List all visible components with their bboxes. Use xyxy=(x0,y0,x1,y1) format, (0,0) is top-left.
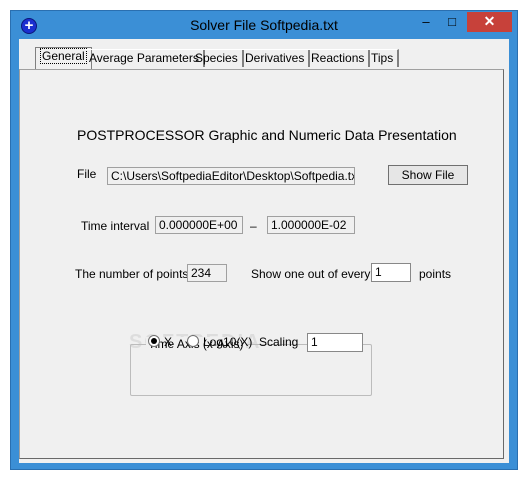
title-bar[interactable]: + Solver File Softpedia.txt – □ ✕ xyxy=(11,11,517,39)
show-file-button[interactable]: Show File xyxy=(388,165,468,185)
number-of-points-field: 234 xyxy=(187,264,227,282)
tab-species[interactable]: Species xyxy=(191,49,244,67)
show-one-out-of-every-input[interactable]: 1 xyxy=(371,263,411,282)
tab-tips[interactable]: Tips xyxy=(367,49,400,67)
time-end-field: 1.000000E-02 xyxy=(267,216,355,234)
app-window: + Solver File Softpedia.txt – □ ✕ Genera… xyxy=(10,10,518,470)
scaling-input[interactable]: 1 xyxy=(307,333,363,352)
minimize-button[interactable]: – xyxy=(413,12,439,32)
tab-general[interactable]: General xyxy=(35,47,92,69)
x-radio[interactable] xyxy=(148,335,160,347)
tab-average-parameters[interactable]: Average Parameters xyxy=(85,49,205,67)
log10-radio[interactable] xyxy=(187,335,199,347)
log10-radio-label[interactable]: Log10(X) xyxy=(203,335,252,349)
scaling-label: Scaling xyxy=(259,335,299,349)
file-path-field: C:\Users\SoftpediaEditor\Desktop\Softped… xyxy=(107,167,355,185)
time-start-field: 0.000000E+00 xyxy=(155,216,243,234)
number-of-points-label: The number of points xyxy=(75,267,189,281)
maximize-button[interactable]: □ xyxy=(439,12,465,32)
time-interval-label: Time interval xyxy=(81,219,150,233)
x-radio-label[interactable]: X xyxy=(164,335,172,349)
file-label: File xyxy=(77,167,97,181)
show-one-out-of-every-label: Show one out of every xyxy=(251,267,371,281)
tab-reactions[interactable]: Reactions xyxy=(307,49,371,67)
time-separator: – xyxy=(250,219,257,233)
tab-strip: General Average Parameters Species Deriv… xyxy=(19,47,509,69)
points-suffix-label: points xyxy=(419,267,452,281)
client-area: General Average Parameters Species Deriv… xyxy=(19,39,509,463)
page-heading: POSTPROCESSOR Graphic and Numeric Data P… xyxy=(77,127,457,143)
close-button[interactable]: ✕ xyxy=(467,12,512,32)
tab-derivatives[interactable]: Derivatives xyxy=(241,49,311,67)
